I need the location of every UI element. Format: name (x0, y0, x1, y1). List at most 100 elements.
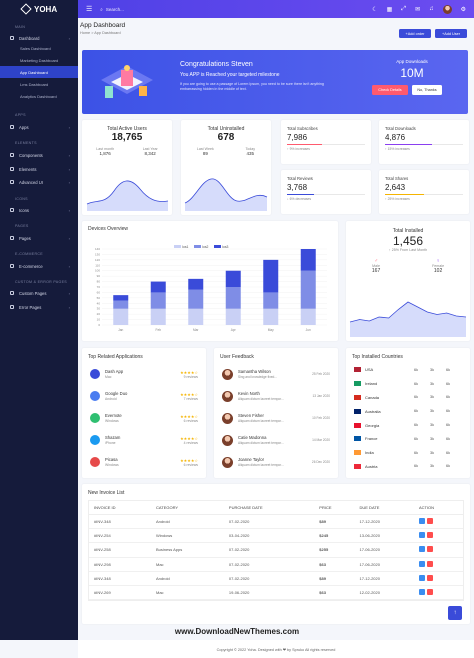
sidebar-item[interactable]: Apps › (0, 122, 78, 132)
add-order-button[interactable]: + Add order (399, 29, 431, 38)
avatar (222, 434, 233, 446)
progress-bar (287, 144, 365, 145)
banner-text: If you are going to use a passage of Lor… (180, 82, 324, 91)
delete-icon[interactable] (426, 518, 433, 525)
breadcrumb: Home > App Dashboard (80, 31, 121, 35)
fullscreen-icon[interactable]: ⤢ (401, 6, 406, 13)
mini-stat-card: Total Reviews 3,768 ↓ 6% decreases (281, 170, 371, 214)
theme-icon[interactable]: ☾ (372, 6, 377, 13)
country-row: Australia 6k 3k 6k (346, 404, 470, 418)
back-to-top-button[interactable]: ↑ (448, 606, 462, 620)
delete-icon[interactable] (426, 560, 433, 567)
progress-bar (287, 194, 365, 195)
delete-icon[interactable] (426, 574, 433, 581)
sidebar-item[interactable]: E-commerce › (0, 261, 78, 271)
sidebar-item[interactable]: Advanced UI › (0, 177, 78, 187)
country-row: Austria 6k 3k 6k (346, 460, 470, 474)
add-user-button[interactable]: + Add User (435, 29, 467, 38)
y-tick-label: 130 (95, 252, 100, 256)
app-list-item[interactable]: Google Duo Android ★★★★☆ 7 reviews (82, 385, 206, 407)
y-tick-label: 70 (97, 285, 101, 289)
sidebar-subitem[interactable]: Lms Dashboard (0, 78, 78, 90)
downloads-value: 10M (400, 66, 424, 80)
edit-icon[interactable] (418, 532, 425, 539)
topbar: ☰ ⌕ Search... ☾ ▦ ⤢ ✉ ♫ ⚙ (78, 0, 474, 18)
bar-segment (113, 295, 129, 301)
menu-icon[interactable]: ☰ (86, 5, 92, 13)
sidebar-item[interactable]: Custom Pages › (0, 288, 78, 298)
table-header: DUE DATE (354, 501, 414, 515)
legend-label: Ios2 (202, 245, 209, 249)
downloads-label: App Downloads (396, 59, 428, 64)
chevron-right-icon: › (68, 152, 70, 158)
menu-item-icon (10, 167, 14, 171)
sidebar-subitem[interactable]: Sales Dashboard (0, 42, 78, 54)
table-header: PRICE (314, 501, 355, 515)
app-list-item[interactable]: Picasa Windows ★★★★☆ 6 reviews (82, 451, 206, 473)
menu-item-icon (10, 125, 14, 129)
sidebar-item[interactable]: Elements › (0, 164, 78, 174)
search-input[interactable]: ⌕ Search... (100, 7, 124, 12)
app-list-item[interactable]: Shazam iPhone ★★★★☆ 4 reviews (82, 429, 206, 451)
legend-label: Ios1 (182, 245, 189, 249)
bar-segment (113, 308, 129, 325)
app-list-item[interactable]: Dash App Mac ★★★★☆ 9 reviews (82, 363, 206, 385)
active-users-card: Total Active Users 18,765 Last month 1,87… (82, 120, 172, 215)
avatar[interactable] (442, 4, 452, 14)
edit-icon[interactable] (418, 518, 425, 525)
sidebar-subitem[interactable]: Analytics Dashboard (0, 90, 78, 102)
x-tick-label: Apr (231, 328, 237, 332)
devices-overview-card: Devices Overview Ios1 Ios2 Ios3 0 10 20 30 40 50… (82, 221, 338, 341)
edit-icon[interactable] (418, 589, 425, 596)
x-tick-label: Jun (306, 328, 311, 332)
settings-icon[interactable]: ⚙ (461, 6, 466, 13)
check-details-button[interactable]: Check Details (372, 85, 408, 95)
edit-icon[interactable] (418, 560, 425, 567)
delete-icon[interactable] (426, 546, 433, 553)
apps-icon[interactable]: ▦ (387, 6, 393, 13)
feedback-item[interactable]: Joanne Taylor Aliquam dictum laoreet temp… (214, 451, 338, 473)
avatar (222, 368, 233, 380)
sidebar-item[interactable]: Icons › (0, 205, 78, 215)
top-apps-card: Top Related Applications Dash App Mac ★★★★… (82, 348, 206, 478)
app-list-item[interactable]: Evernote Windows ★★★★☆ 6 reviews (82, 407, 206, 429)
bar-segment (188, 289, 204, 309)
brand-logo[interactable]: YOHA (0, 0, 78, 18)
feedback-item[interactable]: Samantha Wilson Sing and knowledge fixed.… (214, 363, 338, 385)
y-tick-label: 80 (97, 280, 101, 284)
chevron-right-icon: › (68, 263, 70, 269)
sidebar-section-title: Custom & Error Pages (15, 280, 67, 284)
sidebar-subitem[interactable]: App Dashboard (0, 66, 78, 78)
bar-segment (225, 308, 241, 325)
menu-item-icon (10, 36, 14, 40)
mini-stat-card: Total Shares 2,643 ↑ 25% increases (379, 170, 469, 214)
feedback-item[interactable]: Catie Madonna Aliquam dictum laoreet temp… (214, 429, 338, 451)
bar-segment (113, 300, 129, 309)
bar-segment (300, 308, 316, 325)
table-header: ACTION (413, 501, 463, 515)
y-tick-label: 120 (95, 258, 100, 262)
delete-icon[interactable] (426, 589, 433, 596)
y-tick-label: 110 (95, 263, 100, 267)
installed-value: 1,456 (392, 234, 424, 248)
no-thanks-button[interactable]: No, Thanks (412, 85, 442, 95)
chevron-right-icon: › (68, 179, 70, 185)
chevron-right-icon: › (68, 290, 70, 296)
app-icon (90, 457, 100, 467)
sidebar-item[interactable]: Components › (0, 150, 78, 160)
bar-segment (150, 281, 166, 293)
flag-icon (354, 422, 361, 428)
edit-icon[interactable] (418, 546, 425, 553)
messages-icon[interactable]: ✉ (415, 6, 420, 13)
rating-stars: ★★★★☆ (180, 435, 198, 441)
feedback-item[interactable]: Steven Fisher Aliquam dictum laoreet temp… (214, 407, 338, 429)
sidebar-subitem[interactable]: Marketing Dashboard (0, 54, 78, 66)
sidebar-item[interactable]: Error Pages › (0, 302, 78, 312)
delete-icon[interactable] (426, 532, 433, 539)
sidebar-item[interactable]: Pages › (0, 233, 78, 243)
edit-icon[interactable] (418, 574, 425, 581)
chevron-right-icon: › (68, 207, 70, 213)
notification-icon[interactable]: ♫ (429, 6, 434, 12)
flag-icon (354, 436, 361, 442)
feedback-item[interactable]: Kevin North Aliquam dictum laoreet tempor… (214, 385, 338, 407)
